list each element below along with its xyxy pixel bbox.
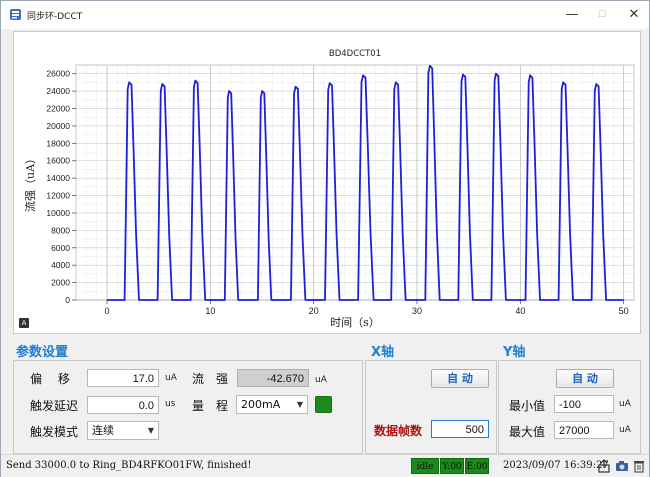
current-label: 流 强 — [192, 372, 229, 386]
title-bar: 同步环-DCCT — ☐ ✕ — [1, 1, 649, 29]
pulse-peak-point — [394, 81, 397, 84]
current-readout: -42.670 — [237, 369, 309, 387]
pulse-peak-point — [128, 81, 131, 84]
y-max-input[interactable]: 27000 — [554, 421, 614, 439]
mode-select-value: 连续 — [92, 424, 114, 437]
x-tick-label: 40 — [515, 306, 525, 316]
close-button[interactable]: ✕ — [619, 1, 649, 29]
y-tick-label: 14000 — [46, 173, 70, 183]
x-tick-label: 0 — [104, 306, 109, 316]
export-icon[interactable] — [597, 459, 611, 473]
pulse-peak-point — [328, 82, 331, 85]
pulse-peak-point — [595, 83, 598, 86]
x-axis-group: 自 动 数据帧数 500 — [365, 360, 497, 454]
frames-label: 数据帧数 — [374, 424, 423, 438]
y-tick-label: 4000 — [51, 260, 70, 270]
x-axis-label: 时间（s） — [330, 316, 380, 329]
chevron-down-icon: ▼ — [296, 400, 303, 409]
y-tick-label: 16000 — [46, 156, 70, 166]
y-tick-label: 24000 — [46, 86, 70, 96]
maximize-button[interactable]: ☐ — [587, 1, 617, 29]
params-title: 参数设置 — [16, 345, 69, 360]
pulse-peak-point — [261, 90, 264, 93]
pulse-peak-point — [294, 85, 297, 88]
x-tick-label: 50 — [619, 306, 629, 316]
chevron-down-icon: ▼ — [147, 426, 154, 435]
pulse-peak-point — [562, 81, 565, 84]
range-label: 量 程 — [192, 399, 229, 413]
window-title: 同步环-DCCT — [27, 12, 83, 22]
pulse-peak-point — [161, 83, 164, 86]
range-select-value: 200mA — [241, 398, 281, 411]
y-max-unit: uA — [619, 425, 631, 435]
chart-settings-badge[interactable]: A — [19, 318, 29, 328]
offset-unit: uA — [165, 373, 177, 383]
y-axis-group: 自 动 最小值 -100 uA 最大值 27000 uA — [498, 360, 641, 454]
x-auto-button[interactable]: 自 动 — [431, 369, 489, 388]
y-tick-label: 18000 — [46, 138, 70, 148]
chart-title: BD4DCCT01 — [329, 49, 381, 59]
delay-unit: us — [165, 399, 176, 409]
y-axis-title: Y轴 — [503, 345, 526, 360]
pulse-peak-point — [462, 73, 464, 76]
trash-icon[interactable] — [632, 459, 646, 473]
y-tick-label: 26000 — [46, 69, 70, 79]
y-max-label: 最大值 — [509, 425, 546, 439]
pulse-peak-point — [194, 79, 197, 82]
y-axis-label: 流强（uA） — [23, 153, 37, 212]
y-tick-label: 22000 — [46, 104, 70, 114]
status-datetime: 2023/09/07 16:39:27 — [503, 460, 609, 471]
y-tick-label: 0 — [65, 295, 70, 305]
y-tick-label: 2000 — [51, 278, 70, 288]
y-tick-label: 6000 — [51, 243, 70, 253]
offset-label: 偏 移 — [30, 372, 70, 386]
y-counter: Y:00 — [440, 458, 464, 474]
delay-input[interactable]: 0.0 — [87, 396, 159, 414]
camera-icon[interactable] — [615, 459, 629, 473]
status-bar: Send 33000.0 to Ring_BD4RFKO01FW, finish… — [1, 454, 649, 477]
pulse-peak-point — [495, 72, 497, 75]
x-tick-label: 20 — [309, 306, 319, 316]
current-unit: uA — [315, 375, 327, 385]
y-tick-label: 8000 — [51, 225, 70, 235]
idle-indicator: idle — [411, 458, 439, 474]
y-tick-label: 20000 — [46, 121, 70, 131]
chart-panel: 0 10 20 30 40 50 0 2000 4000 6000 8000 10000 12000 14… — [13, 31, 641, 334]
pulse-peak-point — [529, 74, 532, 77]
chart: 0 10 20 30 40 50 0 2000 4000 6000 8000 10000 12000 14… — [23, 49, 635, 329]
e-counter: E:00 — [465, 458, 489, 474]
y-tick-label: 10000 — [46, 208, 70, 218]
pulse-peak-point — [428, 64, 431, 67]
x-axis-title: X轴 — [371, 345, 395, 360]
status-message: Send 33000.0 to Ring_BD4RFKO01FW, finish… — [6, 460, 252, 471]
pulse-peak-point — [228, 90, 230, 93]
y-min-label: 最小值 — [509, 399, 546, 413]
x-tick-label: 30 — [412, 306, 422, 316]
mode-label: 触发模式 — [30, 425, 79, 439]
x-tick-label: 10 — [205, 306, 215, 316]
app-window: 同步环-DCCT — ☐ ✕ 0 10 20 30 40 50 0 2000 4000 6000 8… — [0, 0, 650, 477]
offset-input[interactable]: 17.0 — [87, 369, 159, 387]
y-min-unit: uA — [619, 399, 631, 409]
y-min-input[interactable]: -100 — [554, 395, 614, 413]
mode-select[interactable]: 连续 ▼ — [87, 421, 159, 440]
range-select[interactable]: 200mA ▼ — [236, 395, 308, 414]
app-icon — [10, 9, 21, 20]
params-group: 偏 移 17.0 uA 流 强 -42.670 uA 触发延迟 0.0 us 量… — [13, 360, 363, 454]
frames-input[interactable]: 500 — [431, 420, 489, 438]
y-auto-button[interactable]: 自 动 — [556, 369, 614, 388]
pulse-peak-point — [362, 74, 364, 77]
y-tick-label: 12000 — [46, 191, 70, 201]
status-indicator — [315, 396, 332, 413]
delay-label: 触发延迟 — [30, 399, 79, 413]
minimize-button[interactable]: — — [557, 1, 587, 29]
